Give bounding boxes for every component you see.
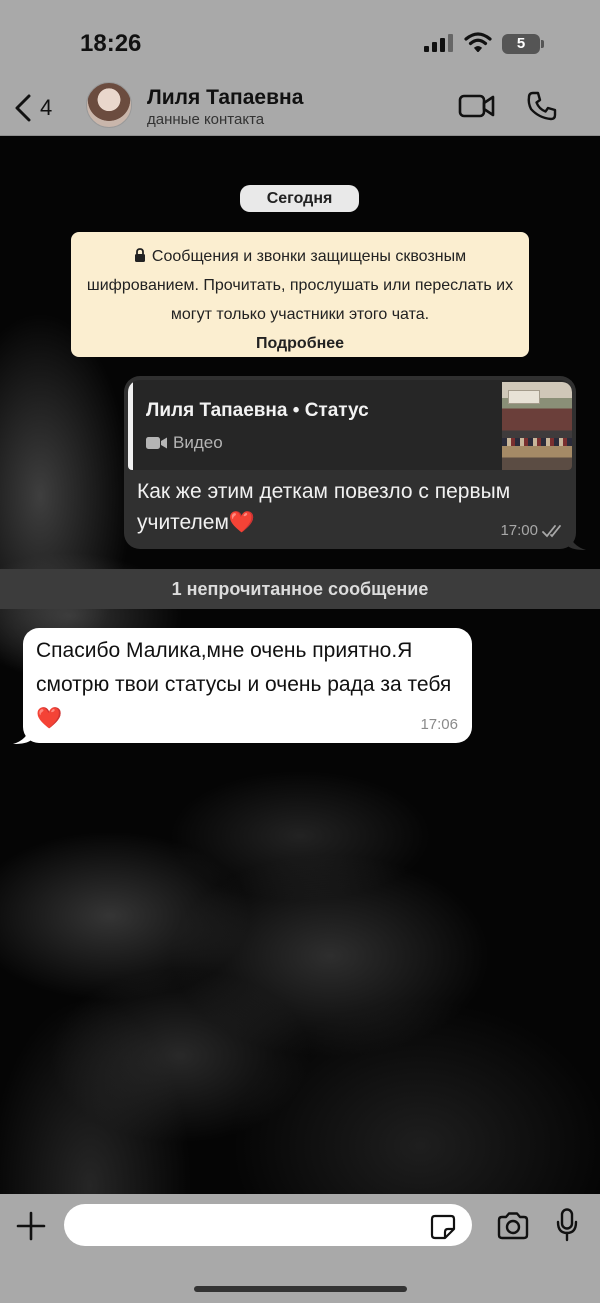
battery-icon: 5 xyxy=(502,34,540,54)
video-camera-icon[interactable] xyxy=(458,92,496,120)
sticker-icon[interactable] xyxy=(430,1214,456,1240)
signal-icon xyxy=(424,34,454,52)
battery-nub xyxy=(541,40,544,48)
unread-chats-count: 4 xyxy=(40,95,53,120)
quote-accent-bar xyxy=(128,380,133,470)
outgoing-message-meta: 17:00 xyxy=(500,522,564,539)
status-reply-quote[interactable]: Лиля Тапаевна • Статус Видео xyxy=(128,380,572,470)
microphone-icon[interactable] xyxy=(556,1208,578,1242)
outgoing-message-time: 17:00 xyxy=(500,522,538,539)
plus-icon[interactable] xyxy=(16,1211,46,1241)
quote-media-label: Видео xyxy=(173,433,223,452)
date-separator: Сегодня xyxy=(240,185,359,212)
wifi-icon xyxy=(464,32,492,52)
encryption-notice[interactable]: Сообщения и звонки защищены сквозным шиф… xyxy=(71,232,529,357)
status-time: 18:26 xyxy=(80,30,142,57)
status-video-thumbnail[interactable] xyxy=(502,382,572,470)
incoming-bubble-tail xyxy=(13,726,31,744)
incoming-message-text: Спасибо Малика,мне очень приятно.Я смотр… xyxy=(36,639,452,730)
message-composer xyxy=(0,1194,600,1303)
phone-icon[interactable] xyxy=(526,90,558,122)
camera-icon[interactable] xyxy=(496,1212,530,1240)
status-bar: 18:26 5 xyxy=(0,0,600,78)
lock-icon xyxy=(134,248,146,262)
quote-title: Лиля Тапаевна • Статус xyxy=(146,400,369,421)
encryption-text: Сообщения и звонки защищены сквозным шиф… xyxy=(86,248,514,323)
home-indicator[interactable] xyxy=(194,1286,407,1292)
video-icon xyxy=(146,436,168,450)
chevron-left-icon xyxy=(14,94,32,122)
incoming-message[interactable]: Спасибо Малика,мне очень приятно.Я смотр… xyxy=(23,628,472,743)
back-button[interactable]: 4 xyxy=(14,92,74,124)
contact-name[interactable]: Лиля Тапаевна xyxy=(147,86,303,110)
unread-divider: 1 непрочитанное сообщение xyxy=(0,569,600,609)
outgoing-message-text: Как же этим деткам повезло с первым учит… xyxy=(137,480,511,534)
quote-media-type: Видео xyxy=(146,433,223,453)
learn-more-link[interactable]: Подробнее xyxy=(256,335,344,352)
incoming-message-time: 17:06 xyxy=(420,716,458,733)
contact-subtitle[interactable]: данные контакта xyxy=(147,111,264,128)
message-input[interactable] xyxy=(64,1204,472,1246)
double-check-icon xyxy=(542,524,564,538)
avatar[interactable] xyxy=(86,82,132,128)
outgoing-bubble-tail xyxy=(568,532,586,550)
outgoing-message[interactable]: Лиля Тапаевна • Статус Видео Как же этим… xyxy=(124,376,576,549)
chat-header: 4 Лиля Тапаевна данные контакта xyxy=(0,78,600,136)
